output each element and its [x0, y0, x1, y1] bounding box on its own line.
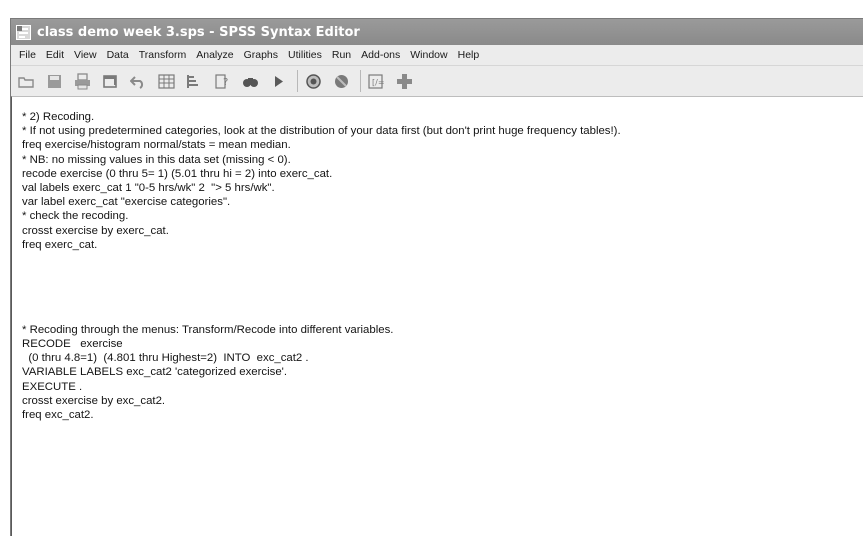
toolbar-separator — [297, 70, 298, 92]
run-icon[interactable] — [269, 72, 287, 90]
syntax-line: * NB: no missing values in this data set… — [22, 153, 291, 166]
toolbar-separator — [360, 70, 361, 92]
menu-bar: File Edit View Data Transform Analyze Graphs Ut… — [11, 45, 863, 66]
syntax-line: * If not using predetermined categories,… — [22, 125, 621, 138]
syntax-line: freq exc_cat2. — [22, 408, 94, 421]
menu-analyze[interactable]: Analyze — [191, 49, 238, 61]
svg-text:[/=]: [/=] — [372, 78, 385, 87]
menu-view[interactable]: View — [69, 49, 102, 61]
syntax-line: val labels exerc_cat 1 "0-5 hrs/wk" 2 ">… — [22, 181, 275, 194]
spss-syntax-icon — [16, 24, 31, 40]
syntax-line: * check the recoding. — [22, 210, 129, 223]
insert-case-icon[interactable] — [395, 72, 413, 90]
syntax-line: var label exerc_cat "exercise categories… — [22, 196, 231, 209]
find-icon[interactable] — [241, 72, 259, 90]
menu-help[interactable]: Help — [453, 49, 485, 61]
use-sets-icon[interactable] — [304, 72, 322, 90]
menu-graphs[interactable]: Graphs — [239, 49, 283, 61]
syntax-line: RECODE exercise — [22, 338, 123, 350]
open-folder-icon[interactable] — [17, 72, 35, 90]
svg-text:?: ? — [223, 77, 228, 88]
menu-edit[interactable]: Edit — [41, 49, 69, 61]
undo-icon[interactable] — [129, 72, 147, 90]
menu-add-ons[interactable]: Add-ons — [356, 49, 405, 61]
menu-file[interactable]: File — [14, 49, 41, 61]
toolbar: ? [/=] — [11, 66, 863, 97]
title-bar[interactable]: class demo week 3.sps - SPSS Syntax Edit… — [11, 19, 863, 45]
syntax-line: freq exercise/histogram normal/stats = m… — [22, 139, 291, 152]
menu-transform[interactable]: Transform — [134, 49, 191, 61]
syntax-line: (0 thru 4.8=1) (4.801 thru Highest=2) IN… — [22, 352, 309, 365]
syntax-line: freq exerc_cat. — [22, 238, 98, 251]
syntax-line: EXECUTE . — [22, 380, 83, 393]
syntax-line — [22, 294, 863, 308]
menu-window[interactable]: Window — [405, 49, 452, 61]
syntax-line — [22, 309, 863, 323]
menu-utilities[interactable]: Utilities — [283, 49, 327, 61]
window-title: class demo week 3.sps - SPSS Syntax Edit… — [37, 24, 360, 40]
syntax-line: recode exercise (0 thru 5= 1) (5.01 thru… — [22, 167, 333, 180]
show-all-icon[interactable] — [332, 72, 350, 90]
syntax-line: VARIABLE LABELS exc_cat2 'categorized ex… — [22, 366, 287, 379]
syntax-line: crosst exercise by exc_cat2. — [22, 394, 166, 407]
syntax-line: crosst exercise by exerc_cat. — [22, 224, 169, 237]
split-file-icon[interactable]: [/=] — [367, 72, 385, 90]
syntax-line: * Recoding through the menus: Transform/… — [22, 323, 394, 336]
variables-icon[interactable] — [185, 72, 203, 90]
syntax-line: * 2) Recoding. — [22, 111, 95, 123]
syntax-line — [22, 280, 863, 294]
menu-data[interactable]: Data — [102, 49, 134, 61]
syntax-editor-text-area[interactable]: * 2) Recoding. * If not using predetermin… — [11, 96, 863, 536]
syntax-editor-window: class demo week 3.sps - SPSS Syntax Edit… — [10, 18, 863, 536]
menu-run[interactable]: Run — [327, 49, 356, 61]
dialog-recall-icon[interactable] — [101, 72, 119, 90]
syntax-help-icon[interactable]: ? — [213, 72, 231, 90]
save-icon[interactable] — [45, 72, 63, 90]
print-icon[interactable] — [73, 72, 91, 90]
syntax-line — [22, 252, 863, 266]
data-view-icon[interactable] — [157, 72, 175, 90]
syntax-line — [22, 266, 863, 280]
